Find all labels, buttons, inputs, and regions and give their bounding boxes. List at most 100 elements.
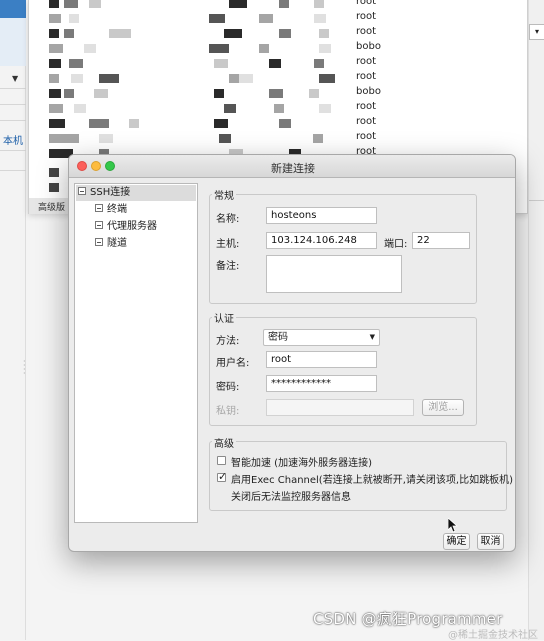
pixelated-cell (89, 119, 109, 128)
collapse-icon[interactable] (95, 204, 103, 212)
username-label: 用户名: (216, 358, 250, 369)
pixelated-cell (274, 104, 284, 113)
pixelated-cell (49, 44, 63, 53)
exec-channel-note: 关闭后无法监控服务器信息 (231, 492, 351, 503)
collapse-icon[interactable] (95, 221, 103, 229)
server-icon (49, 168, 59, 177)
pixelated-cell (64, 89, 74, 98)
pixelated-cell (314, 59, 324, 68)
collapse-icon[interactable] (95, 238, 103, 246)
session-owner: root (356, 11, 377, 22)
edition-tab[interactable]: 高级版 (29, 198, 69, 214)
pixelated-cell (49, 14, 61, 23)
port-label: 端口: (384, 239, 408, 250)
private-key-label: 私钥: (216, 406, 240, 417)
pixelated-cell (74, 104, 86, 113)
session-row[interactable]: root (29, 26, 521, 41)
pixelated-cell (214, 89, 224, 98)
pixelated-cell (209, 44, 229, 53)
pixelated-cell (49, 59, 61, 68)
left-panel-highlight (0, 18, 26, 66)
ok-button[interactable]: 确定 (443, 533, 470, 550)
session-row[interactable]: root (29, 131, 521, 146)
session-row[interactable]: root (29, 56, 521, 71)
pixelated-cell (94, 89, 108, 98)
method-select[interactable]: 密码 ▼ (263, 329, 380, 346)
session-row[interactable]: root (29, 71, 521, 86)
left-panel-selected-item[interactable] (0, 0, 26, 18)
pixelated-cell (229, 0, 247, 8)
name-input[interactable]: hosteons (266, 207, 377, 224)
session-row[interactable]: bobo (29, 86, 521, 101)
host-input[interactable]: 103.124.106.248 (266, 232, 377, 249)
pixelated-cell (239, 74, 253, 83)
username-input[interactable]: root (266, 351, 377, 368)
chevron-down-icon: ▼ (369, 333, 375, 341)
dialog-title: 新建连接 (271, 162, 315, 175)
pixelated-cell (64, 0, 78, 8)
session-row[interactable]: root (29, 101, 521, 116)
session-owner: root (356, 56, 377, 67)
pixelated-cell (224, 29, 242, 38)
cancel-button[interactable]: 取消 (477, 533, 504, 550)
divider (529, 200, 544, 201)
session-owner: bobo (356, 41, 381, 52)
pixelated-cell (313, 134, 323, 143)
pixelated-cell (64, 29, 74, 38)
name-label: 名称: (216, 214, 240, 225)
resize-handle[interactable]: · · · · (23, 358, 26, 378)
port-input[interactable]: 22 (412, 232, 470, 249)
pixelated-cell (89, 0, 101, 8)
tree-item-terminal[interactable]: 终端 (95, 202, 127, 218)
general-group-title: 常规 (212, 187, 236, 202)
smart-accel-checkbox[interactable] (217, 456, 226, 465)
smart-accel-label[interactable]: 智能加速 (加速海外服务器连接) (231, 454, 372, 469)
left-side-panel: ▼ 本机 · · · · (0, 0, 26, 640)
note-textarea[interactable] (266, 255, 402, 293)
session-owner: root (356, 26, 377, 37)
private-key-input[interactable] (266, 399, 414, 416)
tree-item-ssh[interactable]: SSH连接 (76, 185, 196, 201)
session-owner: root (356, 131, 377, 142)
local-machine-label[interactable]: 本机 (3, 132, 23, 147)
pixelated-cell (219, 134, 231, 143)
divider (0, 150, 26, 151)
connection-settings-tree: SSH连接 终端 代理服务器 隧道 (74, 183, 198, 523)
dropdown-arrow-icon[interactable]: ▼ (12, 74, 18, 83)
session-row[interactable]: bobo (29, 41, 521, 56)
exec-channel-checkbox[interactable]: ✓ (217, 470, 228, 483)
browse-button[interactable]: 浏览... (422, 399, 464, 416)
tree-item-label: 隧道 (107, 238, 127, 249)
pixelated-cell (99, 134, 113, 143)
method-label: 方法: (216, 336, 240, 347)
server-icon (49, 183, 59, 192)
session-owner: root (356, 116, 377, 127)
pixelated-cell (49, 89, 61, 98)
right-side-panel: ▾ (528, 0, 544, 640)
tree-item-label: 终端 (107, 204, 127, 215)
pixelated-cell (269, 59, 281, 68)
collapse-icon[interactable] (78, 187, 86, 195)
tree-item-proxy[interactable]: 代理服务器 (95, 219, 157, 235)
advanced-group-title: 高级 (212, 435, 236, 450)
pixelated-cell (259, 44, 269, 53)
tree-item-tunnel[interactable]: 隧道 (95, 236, 127, 252)
dropdown-toggle[interactable]: ▾ (529, 24, 544, 40)
session-row[interactable]: root (29, 116, 521, 131)
tree-item-label: SSH连接 (90, 187, 131, 198)
checkmark-icon: ✓ (218, 470, 228, 483)
pixelated-cell (309, 89, 319, 98)
password-input[interactable]: ************ (266, 375, 377, 392)
session-row[interactable]: root (29, 11, 521, 26)
pixelated-cell (69, 14, 79, 23)
session-row[interactable]: root (29, 0, 521, 11)
pixelated-cell (314, 0, 324, 8)
juejin-watermark: @稀土掘金技术社区 (448, 630, 538, 641)
pixelated-cell (319, 74, 335, 83)
dialog-titlebar[interactable]: 新建连接 (69, 155, 515, 178)
divider (0, 88, 26, 89)
pixelated-cell (224, 104, 236, 113)
divider (0, 170, 26, 171)
pixelated-cell (319, 29, 329, 38)
exec-channel-label[interactable]: 启用Exec Channel(若连接上就被断开,请关闭该项,比如跳板机) (231, 471, 513, 486)
